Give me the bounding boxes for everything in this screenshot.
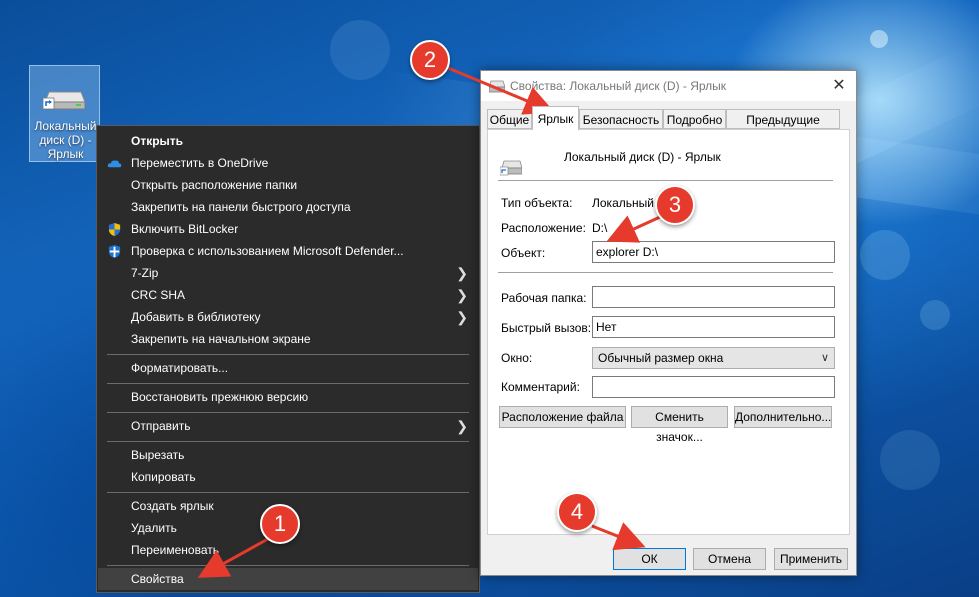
arrow-2	[447, 66, 555, 115]
callout-badge-1: 1	[260, 504, 300, 544]
tab-shortcut[interactable]: Ярлык	[532, 106, 579, 130]
callout-badge-3: 3	[655, 185, 695, 225]
arrow-1	[197, 533, 276, 578]
callout-badge-2: 2	[410, 40, 450, 80]
tab-label: Ярлык	[537, 112, 574, 126]
arrow-4	[591, 522, 646, 551]
annotation-arrows	[197, 66, 661, 578]
arrow-3	[606, 215, 661, 243]
callout-badge-4: 4	[557, 492, 597, 532]
